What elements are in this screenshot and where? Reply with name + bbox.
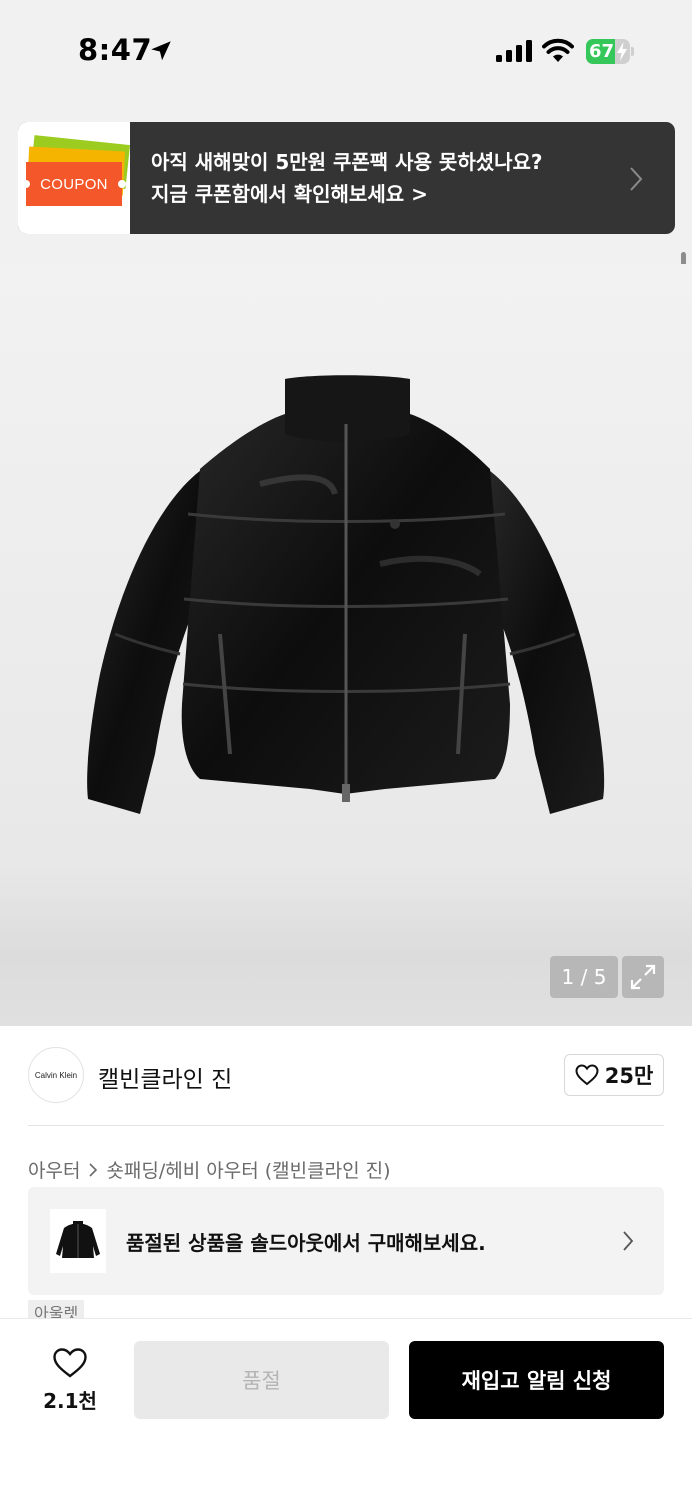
location-arrow-icon [151, 41, 171, 61]
bolt-icon [617, 42, 627, 61]
breadcrumb-item-outer[interactable]: 아우터 [28, 1156, 80, 1183]
soldout-button[interactable]: 품절 [134, 1341, 389, 1419]
product-thumbnail [50, 1209, 106, 1273]
breadcrumb: 아우터 숏패딩/헤비 아우터 (캘빈클라인 진) [28, 1156, 391, 1183]
banner-area: COUPON 아직 새해맞이 5만원 쿠폰팩 사용 못하셨나요? 지금 쿠폰함에… [0, 100, 692, 324]
brand-name[interactable]: 캘빈클라인 진 [98, 1060, 232, 1094]
expand-icon [630, 964, 656, 990]
status-bar: 8:47 67 [0, 0, 692, 100]
coupon-banner[interactable]: COUPON 아직 새해맞이 5만원 쿠폰팩 사용 못하셨나요? 지금 쿠폰함에… [18, 122, 675, 234]
wishlist-count: 2.1천 [43, 1389, 97, 1413]
brand-logo[interactable]: Calvin Klein [28, 1047, 84, 1103]
coupon-banner-text: 아직 새해맞이 5만원 쿠폰팩 사용 못하셨나요? 지금 쿠폰함에서 확인해보세… [151, 146, 621, 210]
soldout-marketplace-link[interactable]: 품절된 상품을 솔드아웃에서 구매해보세요. [28, 1187, 664, 1295]
chevron-right-icon [630, 167, 643, 191]
coupon-banner-line2: 지금 쿠폰함에서 확인해보세요 > [151, 182, 428, 206]
chevron-right-icon [623, 1231, 634, 1251]
divider [28, 1125, 664, 1126]
battery-charging-icon: 67 [586, 39, 634, 64]
chevron-right-icon [89, 1162, 98, 1177]
coupon-banner-line1: 아직 새해맞이 5만원 쿠폰팩 사용 못하셨나요? [151, 150, 543, 174]
battery-percent: 67 [589, 41, 615, 62]
product-image-black-puffer-jacket [87, 375, 605, 814]
jacket-thumbnail-icon [56, 1221, 100, 1258]
breadcrumb-item-padding[interactable]: 숏패딩/헤비 아우터 (캘빈클라인 진) [106, 1156, 390, 1183]
product-image-gallery[interactable]: 1 / 5 [0, 264, 692, 1026]
soldout-message: 품절된 상품을 솔드아웃에서 구매해보세요. [126, 1231, 486, 1255]
restock-alert-button[interactable]: 재입고 알림 신청 [409, 1341, 664, 1419]
image-counter: 1 / 5 [550, 956, 618, 998]
wishlist-button[interactable]: 2.1천 [30, 1347, 110, 1417]
brand-logo-text: Calvin Klein [34, 1070, 78, 1080]
brand-like-button[interactable]: 25만 [564, 1054, 664, 1096]
heart-outline-icon [53, 1348, 87, 1378]
heart-outline-icon [575, 1064, 599, 1086]
status-time: 8:47 [78, 33, 153, 67]
coupon-badge-label: COUPON [40, 175, 108, 193]
signal-icon [496, 40, 532, 62]
wifi-icon [542, 38, 574, 62]
bottom-action-bar: 2.1천 품절 재입고 알림 신청 [0, 1319, 692, 1500]
expand-button[interactable] [622, 956, 664, 998]
coupon-illustration: COUPON [18, 122, 131, 234]
brand-like-count: 25만 [604, 1064, 654, 1088]
